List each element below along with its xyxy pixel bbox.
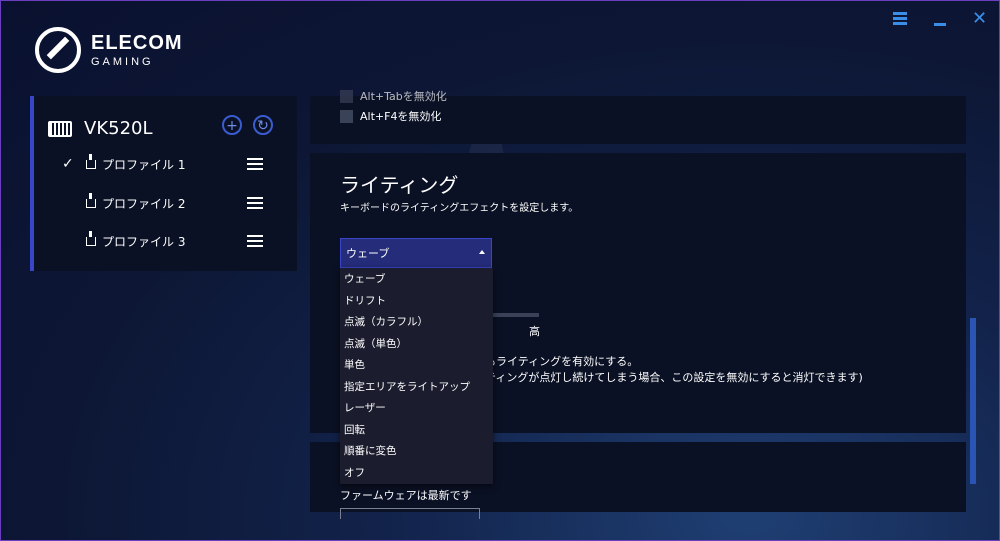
hamburger-icon[interactable] [893,10,907,27]
elecom-logo-icon [35,27,81,73]
lighting-note-line2: ティングが点灯し続けてしまう場合、この設定を無効にすると消灯できます) [485,371,863,384]
effect-option[interactable]: 順番に変色 [340,440,493,462]
lighting-note-line1: もライティングを有効にする。 [485,355,639,368]
disable-alt-tab-option[interactable]: Alt+Tabを無効化 [340,88,447,104]
minimize-icon[interactable] [934,12,946,26]
option-label: Alt+Tabを無効化 [360,90,447,103]
speed-high-label: 高 [529,325,540,338]
firmware-button[interactable] [340,508,480,519]
profile-menu-icon[interactable] [247,232,263,250]
device-name: VK520L [84,118,153,139]
effect-option[interactable]: レーザー [340,397,493,419]
elecom-gaming-logo: ELECOM GAMING [35,27,183,73]
profile-menu-icon[interactable] [247,194,263,212]
sync-icon[interactable]: ↻ [253,115,273,135]
keyboard-icon [48,120,72,137]
device-header[interactable]: VK520L [48,118,153,139]
profile-item-2[interactable]: プロファイル 2 [34,188,297,218]
scrollbar[interactable] [970,318,976,484]
profile-icon [86,230,96,246]
brand-name: ELECOM [91,31,183,54]
keyboard-options-panel: Alt+Tabを無効化 Alt+F4を無効化 [310,89,966,144]
speed-slider[interactable] [493,313,539,317]
checkbox[interactable] [340,89,353,103]
disable-alt-f4-option[interactable]: Alt+F4を無効化 [340,108,441,124]
profile-label: プロファイル 3 [102,234,186,249]
device-sidebar: VK520L + ↻ ✓ プロファイル 1 プロファイル 2 プロファイル 3 [30,96,297,271]
chevron-up-icon [479,250,485,254]
lighting-effect-select[interactable]: ウェーブ [340,238,492,268]
effect-option[interactable]: ウェーブ [340,268,493,290]
profile-label: プロファイル 2 [102,196,186,211]
lighting-description: キーボードのライティングエフェクトを設定します。 [340,203,579,214]
profile-menu-icon[interactable] [247,155,263,173]
option-label: Alt+F4を無効化 [360,110,442,123]
close-icon[interactable]: ✕ [972,8,987,29]
effect-option[interactable]: 指定エリアをライトアップ [340,376,493,398]
checkbox[interactable] [340,109,353,123]
profile-label: プロファイル 1 [102,157,186,172]
profile-icon [86,192,96,208]
brand-subtitle: GAMING [91,55,154,68]
profile-icon [86,153,96,169]
effect-option[interactable]: ドリフト [340,290,493,312]
effect-option[interactable]: 単色 [340,354,493,376]
firmware-status: ファームウェアは最新です [340,489,472,502]
add-profile-button[interactable]: + [222,115,242,135]
lighting-title: ライティング [340,173,459,197]
effect-option[interactable]: 回転 [340,419,493,441]
effect-option[interactable]: 点滅（カラフル） [340,311,493,333]
selected-effect: ウェーブ [346,247,390,260]
profile-item-1[interactable]: ✓ プロファイル 1 [34,149,297,179]
check-icon: ✓ [62,156,74,172]
profile-item-3[interactable]: プロファイル 3 [34,226,297,256]
effect-option[interactable]: 点滅（単色） [340,333,493,355]
lighting-effect-dropdown: ウェーブ ドリフト 点滅（カラフル） 点滅（単色） 単色 指定エリアをライトアッ… [340,268,493,484]
effect-option[interactable]: オフ [340,462,493,484]
